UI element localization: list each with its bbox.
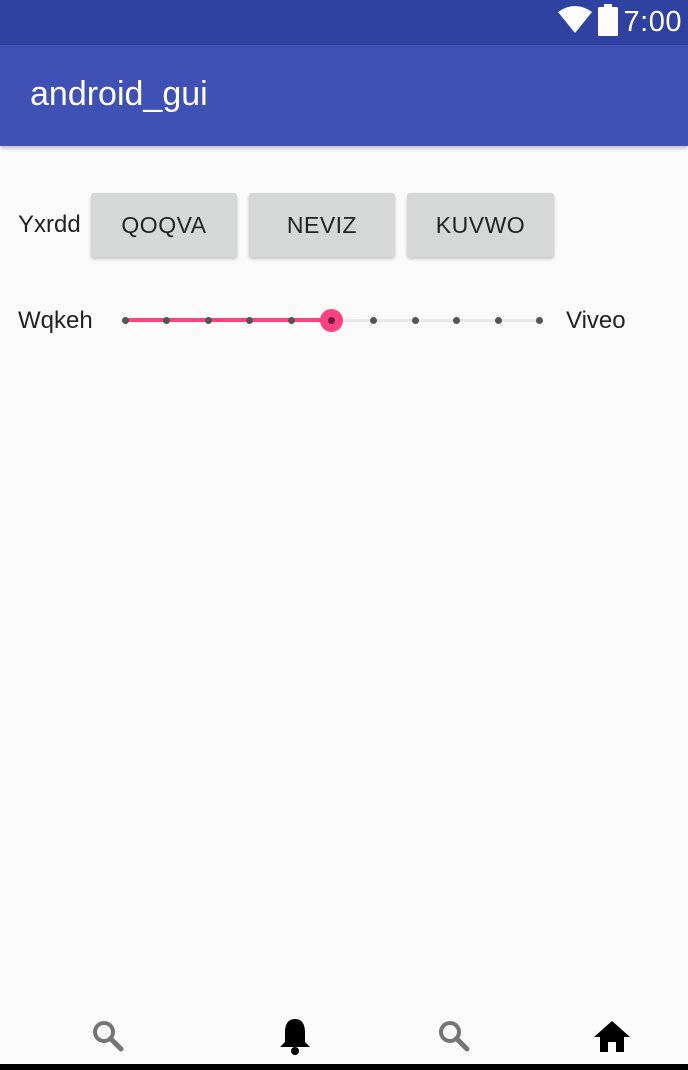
status-bar: 7:00 [0, 0, 688, 45]
nav-search-button[interactable] [78, 1010, 138, 1066]
slider-tick [246, 317, 254, 324]
slider-tick [287, 317, 295, 324]
slider-left-label: Wqkeh [18, 307, 93, 334]
slider-tick [370, 317, 378, 324]
slider-tick [204, 317, 212, 324]
row-label-yxrdd: Yxrdd [18, 211, 81, 238]
app-bar: android_gui [0, 45, 688, 146]
discrete-slider[interactable] [122, 296, 543, 346]
slider-tick [494, 317, 502, 324]
search-icon [90, 1018, 126, 1059]
neviz-button[interactable]: NEVIZ [249, 193, 395, 257]
search-icon [436, 1018, 472, 1059]
slider-tick [536, 317, 543, 324]
kuvwo-button[interactable]: KUVWO [407, 193, 554, 257]
bottom-nav [0, 1010, 688, 1066]
slider-tick [411, 317, 419, 324]
home-icon [593, 1019, 631, 1058]
battery-icon [597, 4, 618, 41]
nav-search-button-2[interactable] [424, 1010, 484, 1066]
qoqva-button[interactable]: QOQVA [91, 193, 237, 257]
slider-tick [453, 317, 461, 324]
status-time: 7:00 [623, 6, 682, 38]
slider-tick [163, 317, 171, 324]
app-title: android_gui [30, 75, 208, 113]
status-icons: 7:00 [557, 0, 682, 45]
button-row: Yxrdd QOQVA NEVIZ KUVWO [0, 190, 688, 262]
slider-thumb[interactable] [320, 309, 343, 332]
slider-thumb-center [328, 317, 335, 324]
slider-right-label: Viveo [566, 307, 626, 334]
screen-bottom-edge [0, 1064, 688, 1070]
slider-tick [122, 317, 129, 324]
bell-icon [278, 1016, 312, 1061]
nav-home-button[interactable] [582, 1010, 642, 1066]
nav-notifications-button[interactable] [265, 1010, 325, 1066]
slider-track-fill [124, 318, 331, 322]
wifi-icon [557, 6, 592, 39]
slider-row: Wqkeh Viveo [0, 296, 688, 346]
